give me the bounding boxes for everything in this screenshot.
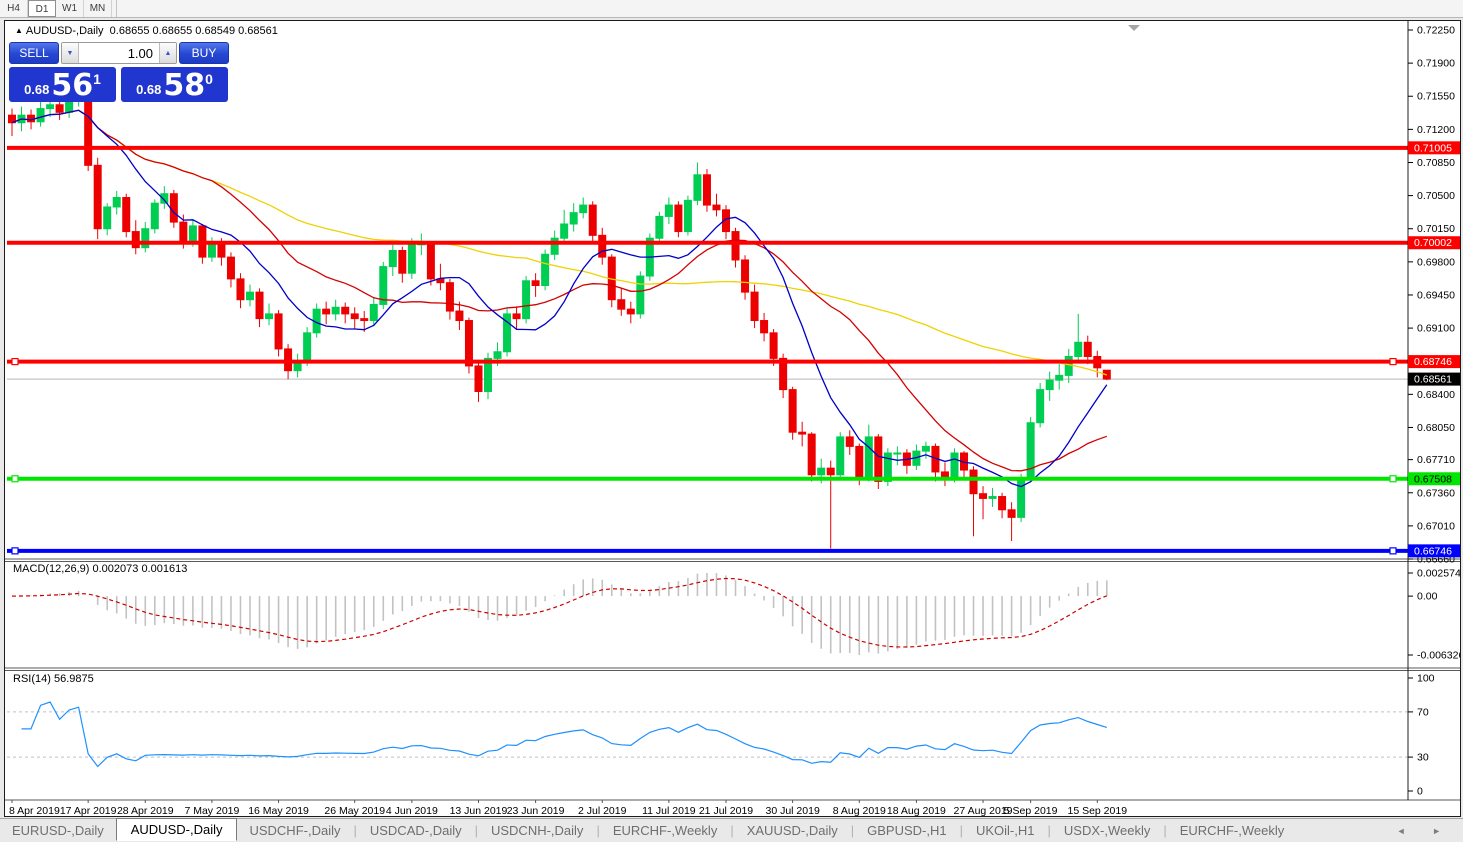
date-axis-label: 28 Apr 2019: [117, 805, 174, 816]
buy-price-pipette: 0: [205, 71, 213, 87]
price-scale-tick: 0.67710: [1417, 454, 1455, 466]
symbol-tab-audusd-daily[interactable]: AUDUSD-,Daily: [115, 818, 238, 841]
timeframe-w1-button[interactable]: W1: [56, 0, 84, 17]
line-handle[interactable]: [1389, 475, 1397, 483]
line-handle[interactable]: [1389, 547, 1397, 555]
moving-average-line: [11, 109, 1108, 488]
date-axis-label: 15 Sep 2019: [1067, 805, 1127, 816]
buy-button[interactable]: BUY: [179, 42, 229, 64]
symbol-tab-ukoil-h1[interactable]: UKOil-,H1: [964, 820, 1047, 841]
one-click-trading-panel: SELL ▼ ▲ BUY 0.68 56 1 0.68 58 0: [9, 42, 231, 102]
rsi-indicator-label: RSI(14) 56.9875: [13, 673, 94, 685]
macd-signal-line: [11, 577, 1108, 648]
line-handle[interactable]: [1389, 357, 1397, 366]
rsi-scale-tick: 0: [1417, 786, 1423, 798]
volume-increase-button[interactable]: ▲: [159, 43, 176, 63]
price-tag-label: 0.71005: [1414, 142, 1452, 154]
price-scale-tick: 0.67360: [1417, 487, 1455, 499]
price-scale-tick: 0.70150: [1417, 223, 1455, 235]
sell-price-prefix: 0.68: [24, 82, 50, 97]
chart-canvas[interactable]: 0.72250 0.71900 0.71550 0.71200 0.70850 0.705…: [5, 21, 1460, 816]
price-scale-tick: 0.69100: [1417, 323, 1455, 335]
date-axis-label: 4 Jun 2019: [386, 805, 438, 816]
timeframe-h4-button[interactable]: H4: [0, 0, 28, 17]
date-axis-label: 8 Apr 2019: [9, 805, 60, 816]
chart-window[interactable]: 0.72250 0.71900 0.71550 0.71200 0.70850 0.705…: [4, 20, 1461, 817]
timeframe-toolbar: H4 D1 W1 MN: [0, 0, 1463, 18]
date-axis-label: 26 May 2019: [324, 805, 385, 816]
price-scale-tick: 0.71900: [1417, 58, 1455, 70]
date-axis-label: 11 Jul 2019: [642, 805, 696, 816]
sell-price-big: 56: [51, 68, 94, 103]
macd-scale-tick: -0.006326: [1417, 650, 1460, 662]
macd-scale-tick: 0.002574: [1417, 568, 1460, 580]
price-tag-label: 0.70002: [1414, 237, 1452, 249]
date-axis-label: 7 May 2019: [184, 805, 239, 816]
timeframe-d1-button[interactable]: D1: [28, 0, 56, 17]
line-handle[interactable]: [11, 357, 19, 366]
buy-price-big: 58: [163, 68, 206, 103]
symbol-tab-eurchf-weekly[interactable]: EURCHF-,Weekly: [1168, 820, 1297, 841]
price-scale-tick: 0.71550: [1417, 91, 1455, 103]
date-axis-label: 5 Sep 2019: [1004, 805, 1058, 816]
buy-price-prefix: 0.68: [136, 82, 162, 97]
buy-price-button[interactable]: 0.68 58 0: [121, 67, 228, 102]
price-scale-tick: 0.72250: [1417, 25, 1455, 37]
price-scale-tick: 0.67010: [1417, 520, 1455, 532]
date-axis-label: 16 May 2019: [248, 805, 309, 816]
date-axis-label: 18 Aug 2019: [887, 805, 946, 816]
chart-title: ▲ AUDUSD-,Daily 0.68655 0.68655 0.68549 0…: [15, 25, 278, 37]
line-handle[interactable]: [11, 547, 19, 555]
chart-tab-bar: EURUSD-,Daily AUDUSD-,Daily USDCHF-,Daily |…: [0, 818, 1463, 842]
symbol-tab-usdx-weekly[interactable]: USDX-,Weekly: [1052, 820, 1162, 841]
date-axis-label: 13 Jun 2019: [450, 805, 508, 816]
volume-decrease-button[interactable]: ▼: [62, 43, 79, 63]
volume-spinner: ▼ ▲: [61, 42, 177, 64]
sell-price-button[interactable]: 0.68 56 1: [9, 67, 116, 102]
panel-collapse-arrow-icon[interactable]: ▲: [15, 26, 23, 35]
price-scale-tick: 0.70850: [1417, 157, 1455, 169]
toolbar-separator: [112, 0, 117, 17]
moving-average-line: [11, 109, 1108, 472]
line-handle[interactable]: [11, 475, 19, 483]
macd-histogram: [20, 573, 1108, 655]
price-tag-label: 0.68746: [1414, 356, 1452, 368]
price-tag-label: 0.66746: [1414, 545, 1452, 557]
date-axis-label: 8 Aug 2019: [833, 805, 886, 816]
symbol-tab-xauusd-daily[interactable]: XAUUSD-,Daily: [735, 820, 850, 841]
price-scale-tick: 0.68400: [1417, 389, 1455, 401]
price-scale-tick: 0.69450: [1417, 289, 1455, 301]
symbol-tab-usdcad-daily[interactable]: USDCAD-,Daily: [358, 820, 474, 841]
price-tag-label: 0.68561: [1414, 374, 1452, 386]
date-axis-label: 2 Jul 2019: [578, 805, 627, 816]
date-axis-label: 30 Jul 2019: [765, 805, 819, 816]
symbol-tab-eurusd-daily[interactable]: EURUSD-,Daily: [0, 820, 116, 841]
volume-input[interactable]: [79, 43, 159, 63]
date-axis-label: 23 Jun 2019: [507, 805, 565, 816]
timeframe-mn-button[interactable]: MN: [84, 0, 112, 17]
date-axis-label: 21 Jul 2019: [699, 805, 753, 816]
price-scale-tick: 0.69800: [1417, 256, 1455, 268]
rsi-scale-tick: 100: [1417, 673, 1435, 685]
chart-symbol-period: AUDUSD-,Daily: [25, 25, 104, 37]
symbol-tab-usdcnh-daily[interactable]: USDCNH-,Daily: [479, 820, 595, 841]
sell-button[interactable]: SELL: [9, 42, 59, 64]
macd-scale-tick: 0.00: [1417, 591, 1438, 603]
symbol-tab-gbpusd-h1[interactable]: GBPUSD-,H1: [855, 820, 958, 841]
price-scale-tick: 0.70500: [1417, 190, 1455, 202]
rsi-scale-tick: 70: [1417, 706, 1429, 718]
price-tag-label: 0.67508: [1414, 473, 1452, 485]
date-axis-label: 17 Apr 2019: [60, 805, 117, 816]
chart-ohlc-values: 0.68655 0.68655 0.68549 0.68561: [109, 25, 278, 37]
price-scale-tick: 0.71200: [1417, 124, 1455, 136]
symbol-tab-eurchf-weekly[interactable]: EURCHF-,Weekly: [601, 820, 730, 841]
symbol-tab-usdchf-daily[interactable]: USDCHF-,Daily: [237, 820, 352, 841]
tab-scroll-arrows[interactable]: ◄ ►: [1397, 826, 1453, 836]
chart-shift-marker-icon[interactable]: [1128, 25, 1140, 31]
rsi-scale-tick: 30: [1417, 752, 1429, 764]
sell-price-pipette: 1: [93, 71, 101, 87]
macd-indicator-label: MACD(12,26,9) 0.002073 0.001613: [13, 563, 188, 575]
price-scale-tick: 0.68050: [1417, 422, 1455, 434]
